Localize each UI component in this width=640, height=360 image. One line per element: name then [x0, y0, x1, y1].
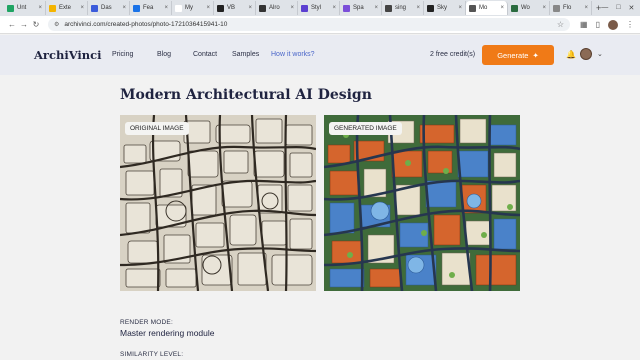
tab-favicon-icon — [91, 4, 98, 12]
tab-favicon-icon — [469, 4, 476, 12]
nav-blog[interactable]: Blog — [157, 51, 171, 58]
window-controls: — □ ✕ — [601, 4, 640, 12]
url-text: archivinci.com/created-photos/photo-1721… — [64, 21, 228, 28]
site-info-icon[interactable]: ⚙ — [54, 21, 59, 28]
original-image: ORIGINAL IMAGE — [120, 115, 316, 291]
tab-favicon-icon — [217, 4, 224, 12]
nav-how-it-works[interactable]: How it works? — [271, 51, 315, 58]
original-sketch-map — [120, 115, 316, 291]
tab-favicon-icon — [553, 4, 560, 12]
tab-close-icon[interactable]: × — [416, 5, 420, 11]
back-icon[interactable]: ← — [6, 20, 18, 29]
tab-label: Fea — [143, 5, 154, 11]
browser-tab[interactable]: Wo × — [508, 1, 550, 15]
render-mode-label: RENDER MODE: — [120, 319, 173, 326]
credits-count: 2 free credit(s) — [430, 51, 476, 58]
sidebar-icon[interactable]: ▯ — [596, 20, 600, 29]
profile-avatar[interactable] — [608, 19, 618, 30]
bell-icon[interactable]: 🔔 — [566, 50, 576, 59]
browser-tab[interactable]: Exte × — [46, 1, 88, 15]
close-window-icon[interactable]: ✕ — [629, 4, 635, 12]
tab-label: My — [185, 5, 193, 11]
address-bar: ← → ↻ ⚙ archivinci.com/created-photos/ph… — [0, 16, 640, 34]
browser-tab[interactable]: sing × — [382, 1, 424, 15]
maximize-icon[interactable]: □ — [616, 4, 620, 12]
tab-label: VB — [227, 5, 236, 11]
nav-contact[interactable]: Contact — [193, 51, 217, 58]
tab-favicon-icon — [49, 4, 56, 12]
tab-close-icon[interactable]: × — [332, 5, 336, 11]
tab-favicon-icon — [385, 4, 392, 12]
browser-tab[interactable]: My × — [172, 1, 214, 15]
tab-favicon-icon — [427, 4, 434, 12]
url-field[interactable]: ⚙ archivinci.com/created-photos/photo-17… — [48, 18, 571, 31]
tab-label: Spa — [353, 5, 364, 11]
browser-tab[interactable]: Alro × — [256, 1, 298, 15]
tab-close-icon[interactable]: × — [584, 5, 588, 11]
tab-close-icon[interactable]: × — [164, 5, 168, 11]
generate-button[interactable]: Generate ✦ — [482, 45, 554, 65]
browser-tab[interactable]: Flo × — [550, 1, 592, 15]
tab-close-icon[interactable]: × — [206, 5, 210, 11]
user-avatar[interactable] — [580, 48, 592, 60]
page-title: Modern Architectural AI Design — [120, 87, 372, 103]
tab-label: Styl — [311, 5, 322, 11]
browser-tab[interactable]: Sky × — [424, 1, 466, 15]
tab-close-icon[interactable]: × — [248, 5, 252, 11]
tab-close-icon[interactable]: × — [374, 5, 378, 11]
extensions-icon[interactable]: ▦ — [580, 20, 588, 29]
tab-close-icon[interactable]: × — [542, 5, 546, 11]
original-image-label: ORIGINAL IMAGE — [125, 122, 189, 135]
tab-label: Exte — [59, 5, 72, 11]
tab-close-icon[interactable]: × — [38, 5, 42, 11]
tab-label: Wo — [521, 5, 530, 11]
browser-tab[interactable]: VB × — [214, 1, 256, 15]
logo[interactable]: ArchiVinci — [34, 48, 102, 62]
browser-tab-bar: Unt × Exte × Das × Fea × My × VB × Alro × Styl × Spa × sin… — [0, 0, 640, 16]
browser-tab[interactable]: Fea × — [130, 1, 172, 15]
magic-wand-icon: ✦ — [532, 50, 539, 60]
minimize-icon[interactable]: — — [601, 4, 608, 12]
bookmark-star-icon[interactable]: ☆ — [557, 20, 564, 29]
chevron-down-icon[interactable]: ⌄ — [597, 50, 603, 58]
tab-label: Flo — [563, 5, 572, 11]
tab-favicon-icon — [133, 4, 140, 12]
render-mode-value: Master rendering module — [120, 328, 215, 338]
browser-tab[interactable]: Mo × — [466, 1, 508, 15]
browser-tab[interactable]: Spa × — [340, 1, 382, 15]
forward-icon[interactable]: → — [18, 20, 30, 29]
nav-samples[interactable]: Samples — [232, 51, 259, 58]
tab-close-icon[interactable]: × — [80, 5, 84, 11]
tab-favicon-icon — [343, 4, 350, 12]
tab-label: Mo — [479, 5, 488, 11]
tab-favicon-icon — [175, 4, 182, 12]
tab-close-icon[interactable]: × — [290, 5, 294, 11]
browser-tab[interactable]: Unt × — [4, 1, 46, 15]
tab-label: Das — [101, 5, 112, 11]
tab-favicon-icon — [7, 4, 14, 12]
tab-close-icon[interactable]: × — [458, 5, 462, 11]
tab-label: sing — [395, 5, 407, 11]
tab-favicon-icon — [301, 4, 308, 12]
generated-render-map — [324, 115, 520, 291]
menu-icon[interactable]: ⋮ — [626, 20, 634, 29]
browser-tab[interactable]: Das × — [88, 1, 130, 15]
tab-close-icon[interactable]: × — [500, 5, 504, 11]
tab-favicon-icon — [259, 4, 266, 12]
generate-label: Generate — [497, 50, 529, 60]
tab-label: Unt — [17, 5, 27, 11]
browser-tab[interactable]: Styl × — [298, 1, 340, 15]
tab-favicon-icon — [511, 4, 518, 12]
tab-label: Sky — [437, 5, 448, 11]
similarity-level-label: SIMILARITY LEVEL: — [120, 351, 184, 358]
nav-pricing[interactable]: Pricing — [112, 51, 133, 58]
tab-label: Alro — [269, 5, 280, 11]
generated-image-label: GENERATED IMAGE — [329, 122, 402, 135]
tab-list: Unt × Exte × Das × Fea × My × VB × Alro × Styl × Spa × sin… — [4, 1, 592, 15]
tab-close-icon[interactable]: × — [122, 5, 126, 11]
generated-image: GENERATED IMAGE — [324, 115, 520, 291]
reload-icon[interactable]: ↻ — [30, 20, 42, 29]
